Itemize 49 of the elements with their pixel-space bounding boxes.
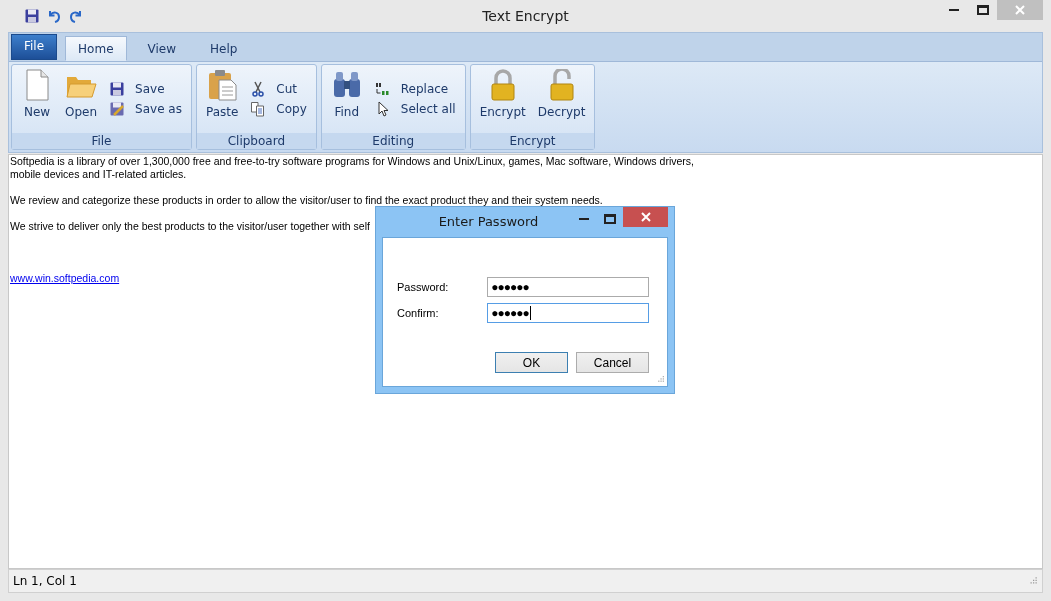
dialog-button[interactable]: Cancel xyxy=(576,352,649,373)
ribbon-button[interactable]: Save as xyxy=(106,101,185,117)
ribbon-tab[interactable]: Home xyxy=(65,36,127,61)
ribbon-button[interactable]: Open xyxy=(62,69,101,119)
close-icon xyxy=(640,212,651,222)
password-field[interactable]: ●●●●●● xyxy=(487,277,649,297)
minimize-icon xyxy=(579,218,589,220)
resize-grip-icon xyxy=(1028,576,1038,586)
status-text: Ln 1, Col 1 xyxy=(13,574,77,588)
ribbon-button[interactable]: Encrypt xyxy=(476,69,529,119)
group-label: Editing xyxy=(321,133,465,149)
floppy-disk-pencil-icon xyxy=(109,101,126,117)
dialog-button[interactable]: OK xyxy=(495,352,568,373)
close-button[interactable] xyxy=(623,207,668,227)
maximize-icon xyxy=(976,5,989,15)
field-label: Password: xyxy=(397,281,450,293)
ribbon-button[interactable]: Select all xyxy=(371,101,459,117)
ribbon-button[interactable]: Find xyxy=(327,69,366,119)
paragraph: We strive to deliver only the best products to the visitor/user together with self xyxy=(10,220,370,233)
group-label: Clipboard xyxy=(196,133,316,149)
ribbon-button[interactable]: Cut xyxy=(247,81,310,97)
swap-marks-icon xyxy=(374,81,391,97)
ribbon-button[interactable]: New xyxy=(18,69,56,119)
close-icon xyxy=(1015,5,1025,15)
clipboard-icon xyxy=(206,69,239,101)
field-label: Confirm: xyxy=(397,307,440,319)
resize-grip-icon xyxy=(656,375,665,384)
scissors-icon xyxy=(250,81,267,97)
paragraph: We review and categorize these products in order to allow the visitor/user to find the exact product they and their system needs. xyxy=(10,194,603,207)
group-label: Encrypt xyxy=(470,133,595,149)
link[interactable]: www.win.softpedia.com xyxy=(10,272,120,284)
ribbon-button[interactable]: Replace xyxy=(371,81,459,97)
ribbon-button[interactable]: Decrypt xyxy=(534,69,589,119)
ribbon-button[interactable]: Copy xyxy=(247,101,310,117)
maximize-icon xyxy=(604,214,616,224)
ribbon-button[interactable]: Save xyxy=(106,81,185,97)
ribbon-button[interactable]: Paste xyxy=(202,69,242,119)
dialog-title: Enter Password xyxy=(437,213,540,229)
two-pages-icon xyxy=(250,101,267,117)
redo-icon[interactable] xyxy=(68,8,84,24)
file-menu-button[interactable]: File xyxy=(11,34,58,60)
ribbon-tab[interactable]: Help xyxy=(197,36,251,61)
undo-icon[interactable] xyxy=(46,8,62,24)
group-label: File xyxy=(12,133,191,149)
password-field[interactable]: ●●●●●● xyxy=(487,303,649,323)
minimize-icon xyxy=(948,9,959,11)
window-title: Text Encrypt xyxy=(482,8,569,24)
ribbon-tab[interactable]: View xyxy=(134,36,189,61)
paragraph: Softpedia is a library of over 1,300,000 free and free-to-try software programs for Windows and Unix/Linux, games, Mac software, Windows drivers, mobile devices and IT-related articles. xyxy=(10,155,695,181)
